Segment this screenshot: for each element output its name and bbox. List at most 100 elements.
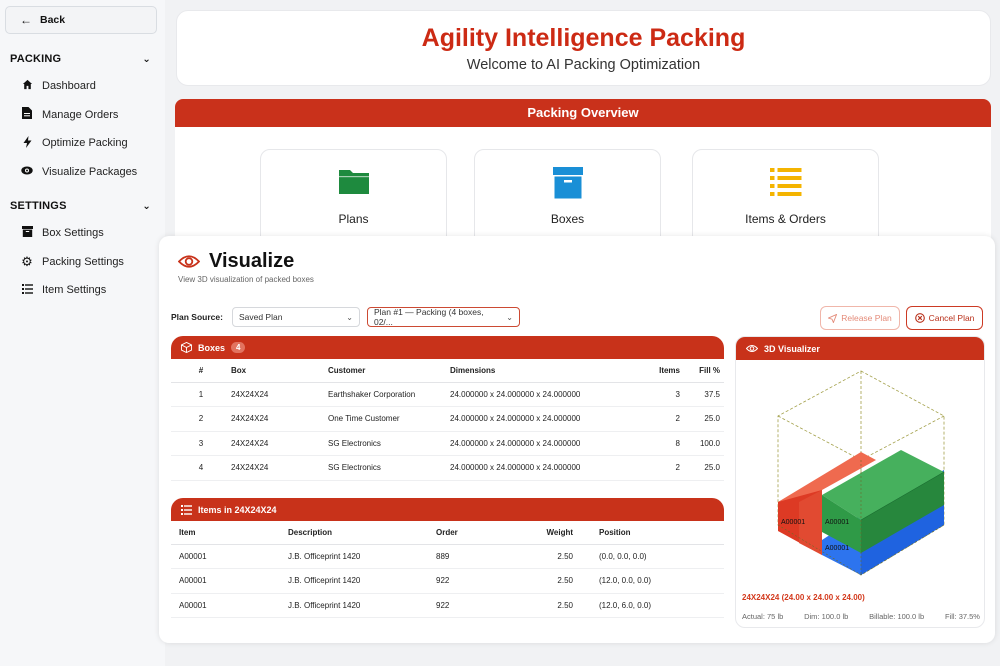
plan-select[interactable]: Plan #1 — Packing (4 boxes, 02/... ⌄ xyxy=(366,307,520,327)
box-icon xyxy=(21,226,33,240)
table-row[interactable]: A00001 J.B. Officeprint 1420 922 2.50 (12.0,… xyxy=(171,593,724,618)
sidebar-item-manage-orders[interactable]: Manage Orders xyxy=(5,101,157,130)
plan-source-select[interactable]: Saved Plan ⌄ xyxy=(231,307,360,327)
packing-3d-scene[interactable]: A00001 A00001 A00001 xyxy=(736,360,985,592)
table-cell: 24X24X24 xyxy=(231,382,328,407)
back-label: Back xyxy=(40,14,66,26)
overview-card-plans[interactable]: Plans xyxy=(260,149,447,249)
sidebar-item-item-settings[interactable]: Item Settings xyxy=(5,276,157,305)
boxes-title: Boxes xyxy=(198,342,226,353)
actual-weight: Actual: 75 lb xyxy=(742,612,784,621)
table-cell: 4 xyxy=(171,455,231,481)
table-cell: 24X24X24 xyxy=(231,455,328,481)
table-cell: 37.5 xyxy=(684,382,724,407)
table-cell: 2 xyxy=(630,455,684,481)
sidebar-item-dashboard[interactable]: Dashboard xyxy=(5,72,157,101)
sidebar-item-label: Visualize Packages xyxy=(42,165,138,178)
visualize-panel: Visualize View 3D visualization of packe… xyxy=(159,236,995,643)
chevron-down-icon: ⌄ xyxy=(142,200,151,212)
visualizer-3d[interactable]: 3D Visualizer A00001 A00001 A00001 24X24… xyxy=(735,336,985,628)
table-cell: 922 xyxy=(436,593,512,618)
list-icon xyxy=(21,283,33,297)
sidebar: ← Back PACKING ⌄ Dashboard Manage Orders… xyxy=(0,0,165,666)
sidebar-item-label: Manage Orders xyxy=(42,108,119,121)
send-icon xyxy=(828,313,838,323)
column-header[interactable]: Fill % xyxy=(684,359,724,383)
column-header[interactable]: Dimensions xyxy=(450,359,630,383)
table-row[interactable]: 4 24X24X24 SG Electronics 24.000000 x 24.00… xyxy=(171,455,724,481)
table-row[interactable]: 1 24X24X24 Earthshaker Corporation 24.00000… xyxy=(171,382,724,407)
eye-icon xyxy=(746,345,758,352)
boxes-table: # Box Customer Dimensions Items Fill % 1… xyxy=(171,359,724,481)
column-header[interactable]: Description xyxy=(288,521,436,545)
table-cell: A00001 xyxy=(171,568,288,594)
plan-value: Plan #1 — Packing (4 boxes, 02/... xyxy=(373,307,484,327)
sidebar-item-packing-settings[interactable]: ⚙ Packing Settings xyxy=(5,248,157,277)
weight-stats: Actual: 75 lb Dim: 100.0 lb Billable: 10… xyxy=(742,612,980,621)
page-subtitle: View 3D visualization of packed boxes xyxy=(178,275,314,284)
items-header: Items in 24X24X24 xyxy=(171,498,724,521)
column-header[interactable]: Order xyxy=(436,521,512,545)
table-cell: 2.50 xyxy=(512,568,581,594)
column-header[interactable]: Weight xyxy=(512,521,581,545)
packing-overview: Packing Overview Plans Boxes Items & Ord… xyxy=(175,99,991,259)
table-cell: 3 xyxy=(171,431,231,456)
overview-card-boxes[interactable]: Boxes xyxy=(474,149,661,249)
home-icon xyxy=(21,79,33,93)
column-header[interactable]: Box xyxy=(231,359,328,383)
table-header-row: # Box Customer Dimensions Items Fill % xyxy=(171,359,724,383)
section-settings[interactable]: SETTINGS ⌄ xyxy=(10,200,157,212)
section-packing[interactable]: PACKING ⌄ xyxy=(10,53,157,65)
table-row[interactable]: 3 24X24X24 SG Electronics 24.000000 x 24.00… xyxy=(171,431,724,456)
table-cell: 24.000000 x 24.000000 x 24.000000 xyxy=(450,406,630,432)
eye-icon xyxy=(178,255,200,268)
cancel-plan-button[interactable]: Cancel Plan xyxy=(906,306,983,330)
table-cell: 2 xyxy=(171,406,231,432)
table-cell: (12.0, 0.0, 0.0) xyxy=(581,568,724,594)
item-label: A00001 xyxy=(825,519,849,526)
sidebar-item-label: Dashboard xyxy=(42,80,96,93)
sidebar-item-visualize-packages[interactable]: Visualize Packages xyxy=(5,158,157,187)
table-cell: 24.000000 x 24.000000 x 24.000000 xyxy=(450,455,630,481)
column-header[interactable]: Position xyxy=(581,521,724,545)
chevron-down-icon: ⌄ xyxy=(506,312,513,322)
visualizer-title: 3D Visualizer xyxy=(764,343,820,354)
table-cell: A00001 xyxy=(171,544,288,569)
table-row[interactable]: 2 24X24X24 One Time Customer 24.000000 x 24… xyxy=(171,406,724,432)
column-header[interactable]: Item xyxy=(171,521,288,545)
items-table: Item Description Order Weight Position A… xyxy=(171,521,724,618)
table-cell: J.B. Officeprint 1420 xyxy=(288,593,436,618)
table-cell: 25.0 xyxy=(684,406,724,432)
table-cell: (0.0, 0.0, 0.0) xyxy=(581,544,724,569)
box-icon xyxy=(552,167,583,199)
table-cell: 3 xyxy=(630,382,684,407)
item-label: A00001 xyxy=(825,545,849,552)
table-cell: One Time Customer xyxy=(328,406,450,432)
sidebar-item-optimize-packing[interactable]: Optimize Packing xyxy=(5,129,157,158)
bolt-icon xyxy=(21,135,33,151)
eye-icon xyxy=(21,166,33,178)
boxes-header: Boxes 4 xyxy=(171,336,724,359)
box-dimensions: 24X24X24 (24.00 x 24.00 x 24.00) xyxy=(742,593,865,602)
table-cell: 24X24X24 xyxy=(231,406,328,432)
section-settings-label: SETTINGS xyxy=(10,200,67,212)
release-plan-button[interactable]: Release Plan xyxy=(820,306,900,330)
table-row[interactable]: A00001 J.B. Officeprint 1420 922 2.50 (12.0,… xyxy=(171,568,724,594)
back-button[interactable]: ← Back xyxy=(5,6,157,34)
sidebar-item-label: Item Settings xyxy=(42,284,107,297)
sidebar-item-label: Optimize Packing xyxy=(42,137,128,150)
table-cell: 2.50 xyxy=(512,593,581,618)
billable-weight: Billable: 100.0 lb xyxy=(869,612,925,621)
column-header[interactable]: Customer xyxy=(328,359,450,383)
page-title: Visualize xyxy=(209,250,295,272)
release-plan-label: Release Plan xyxy=(841,313,892,323)
overview-card-items-orders[interactable]: Items & Orders xyxy=(692,149,879,249)
sidebar-item-box-settings[interactable]: Box Settings xyxy=(5,219,157,248)
column-header[interactable]: Items xyxy=(630,359,684,383)
table-cell: 25.0 xyxy=(684,455,724,481)
items-title: Items in 24X24X24 xyxy=(198,504,277,515)
column-header[interactable]: # xyxy=(171,359,231,383)
chevron-down-icon: ⌄ xyxy=(142,53,151,65)
table-row[interactable]: A00001 J.B. Officeprint 1420 889 2.50 (0.0, … xyxy=(171,544,724,569)
list-icon xyxy=(181,504,192,515)
